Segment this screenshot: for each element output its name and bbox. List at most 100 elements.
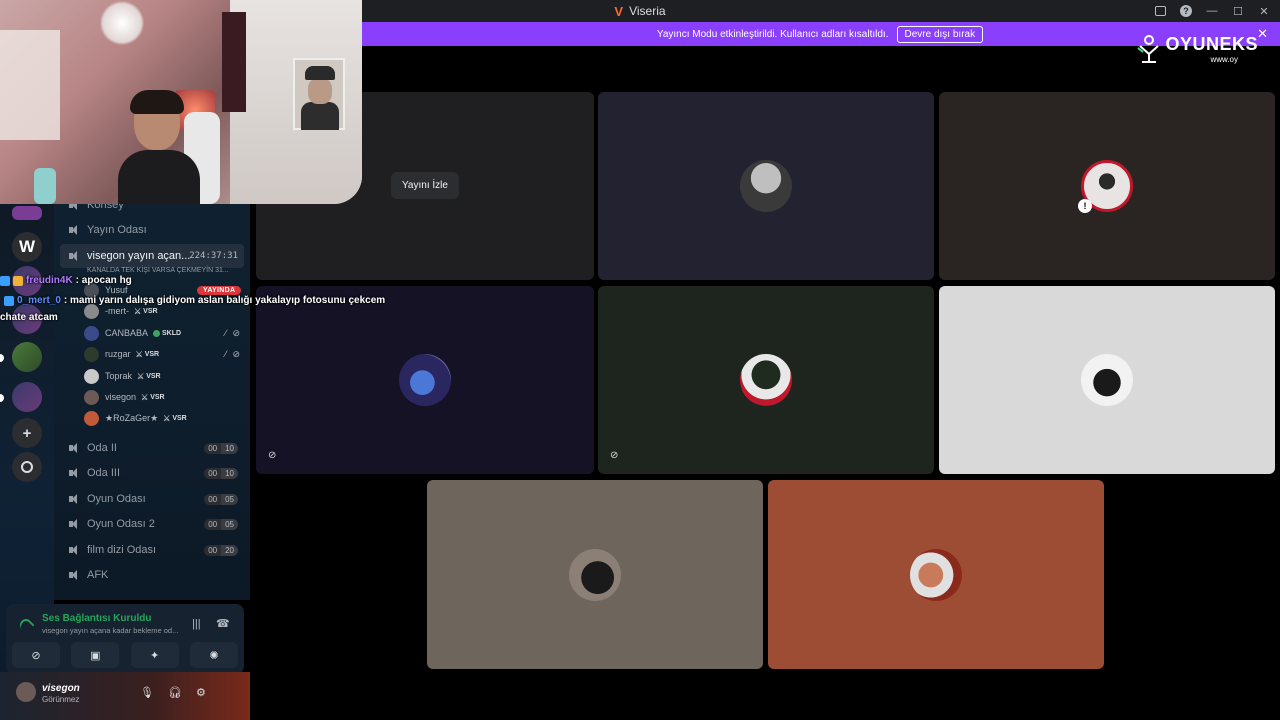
member-name: visegon bbox=[105, 392, 137, 402]
user-panel: visegon Görünmez 🎙︎ 🎧︎ ⚙ bbox=[0, 672, 250, 720]
signal-icon bbox=[17, 616, 35, 634]
video-tile-user[interactable] bbox=[768, 480, 1104, 669]
channel-film-dizi-odasi[interactable]: film dizi Odası 00 20 bbox=[60, 538, 244, 562]
gear-icon[interactable]: ⚙ bbox=[196, 686, 206, 699]
add-server-icon[interactable]: + bbox=[12, 418, 42, 448]
member-tag: ⚔ VSR bbox=[134, 306, 158, 316]
channel-oyun-odasi-2[interactable]: Oyun Odası 2 00 05 bbox=[60, 512, 244, 536]
channel-afk[interactable]: AFK bbox=[60, 563, 244, 587]
user-name: visegon bbox=[42, 683, 80, 694]
avatar bbox=[84, 325, 99, 341]
user-status: Görünmez bbox=[42, 695, 80, 704]
channel-oda-ii[interactable]: Oda II 00 10 bbox=[60, 436, 244, 460]
avatar bbox=[569, 548, 621, 601]
disconnect-icon[interactable]: ☎ bbox=[216, 617, 230, 630]
member-name: -mert- bbox=[105, 306, 129, 316]
close-banner-icon[interactable]: ✕ bbox=[1257, 26, 1268, 42]
member-status-icons: ⁄ ⊘ bbox=[225, 349, 240, 360]
close-window-icon[interactable]: ✕ bbox=[1258, 5, 1270, 18]
watch-stream-button[interactable]: Yayını İzle bbox=[391, 172, 459, 199]
inbox-icon[interactable] bbox=[1154, 5, 1166, 17]
soundboard-button[interactable]: ✺ bbox=[189, 642, 238, 668]
member-tag: ⚔ VSR bbox=[141, 392, 165, 402]
live-badge: YAYINDA bbox=[197, 286, 242, 295]
sword-icon: ⚔ bbox=[137, 371, 145, 381]
member-name: CANBABA bbox=[105, 328, 149, 338]
avatar bbox=[740, 160, 792, 212]
chat-message: chate atcam bbox=[0, 312, 58, 323]
webcam-bottle bbox=[34, 168, 56, 204]
discover-compass-icon[interactable] bbox=[12, 452, 42, 482]
server-icon-top[interactable] bbox=[12, 206, 42, 220]
member-name: ★RoZaGer★ bbox=[105, 412, 159, 423]
video-tile-user[interactable] bbox=[939, 92, 1275, 280]
channel-oyun-odasi[interactable]: Oyun Odası 00 05 bbox=[60, 487, 244, 511]
channel-oda-iii[interactable]: Oda III 00 10 bbox=[60, 461, 244, 485]
headphones-icon[interactable]: 🎧︎ bbox=[168, 686, 182, 699]
microphone-icon[interactable]: 🎙︎ bbox=[140, 686, 154, 699]
server-icon-5[interactable] bbox=[12, 382, 42, 412]
speaker-icon bbox=[68, 569, 80, 581]
channel-list: Konsey Yayın Odası visegon yayın açan...… bbox=[54, 199, 250, 600]
channel-yayin-odasi[interactable]: Yayın Odası bbox=[60, 218, 244, 242]
deafened-icon: ⊘ bbox=[232, 348, 240, 359]
member-ruzgar[interactable]: ruzgar ⚔ VSR ⁄ ⊘ bbox=[84, 344, 244, 364]
activities-button[interactable]: ✦ bbox=[130, 642, 179, 668]
server-icon-w[interactable]: W bbox=[12, 232, 42, 262]
member-canbaba[interactable]: CANBABA SKLD ⁄ ⊘ bbox=[84, 323, 244, 343]
video-tile-user[interactable] bbox=[598, 92, 934, 280]
banner-message: Yayıncı Modu etkinleştirildi. Kullanıcı … bbox=[656, 28, 889, 40]
member-tag: SKLD bbox=[153, 329, 181, 337]
avatar bbox=[740, 354, 792, 406]
user-limit-badge: 00 20 bbox=[204, 544, 238, 556]
avatar bbox=[84, 346, 99, 362]
sword-icon: ⚔ bbox=[134, 306, 142, 316]
webcam-window bbox=[0, 30, 60, 140]
avatar[interactable] bbox=[16, 682, 36, 702]
avatar bbox=[1081, 354, 1133, 406]
channel-name: Oyun Odası bbox=[87, 493, 146, 505]
chat-text: chate atcam bbox=[0, 312, 58, 323]
speaker-icon bbox=[68, 250, 80, 262]
voice-status: Ses Bağlantısı Kuruldu bbox=[42, 613, 152, 624]
noise-suppression-icon[interactable]: ||| bbox=[192, 618, 201, 630]
member-rozager[interactable]: ★RoZaGer★ ⚔ VSR bbox=[84, 408, 244, 428]
channel-subtitle: KANALDA TEK KİŞİ VARSA ÇEKMEYİN 31... bbox=[87, 267, 229, 274]
camera-off-icon: ⊘ bbox=[610, 450, 619, 461]
member-tag: ⚔ VSR bbox=[135, 349, 160, 359]
disable-streamer-mode-button[interactable]: Devre dışı bırak bbox=[896, 25, 984, 43]
video-tile-user[interactable]: ⊘ bbox=[598, 286, 934, 474]
chat-message: 0_mert_0 : mami yarın dalışa gidiyom asl… bbox=[4, 295, 385, 306]
sword-icon: ⚔ bbox=[163, 413, 171, 423]
channel-visegon-active[interactable]: visegon yayın açan... 224:37:31 bbox=[60, 244, 244, 268]
speaker-icon bbox=[68, 518, 80, 530]
minimize-icon[interactable]: — bbox=[1206, 5, 1218, 17]
channel-name: film dizi Odası bbox=[87, 544, 157, 556]
avatar bbox=[84, 368, 99, 384]
app-name: Viseria bbox=[629, 4, 666, 18]
camera-off-button[interactable]: ⊘ bbox=[12, 642, 60, 668]
help-icon[interactable]: ? bbox=[1180, 5, 1192, 17]
member-status-icons: ⁄ ⊘ bbox=[225, 328, 240, 339]
chat-message: freudin4K : apocan hg bbox=[0, 275, 132, 286]
chat-username: 0_mert_0 bbox=[17, 295, 61, 306]
video-tile-user[interactable] bbox=[939, 286, 1275, 474]
chat-badge-icon bbox=[13, 275, 23, 286]
sword-icon: ⚔ bbox=[135, 349, 143, 359]
brand-logo-icon bbox=[1137, 35, 1160, 63]
member-name: Yusuf bbox=[105, 285, 128, 295]
member-toprak[interactable]: Toprak ⚔ VSR bbox=[84, 366, 244, 386]
brand-url: www.oy bbox=[1210, 55, 1238, 64]
server-icon-4[interactable] bbox=[12, 342, 42, 372]
voice-channel[interactable]: visegon yayın açana kadar bekleme od... bbox=[42, 626, 178, 635]
member-visegon[interactable]: visegon ⚔ VSR bbox=[84, 387, 244, 407]
member-tag: ⚔ VSR bbox=[137, 371, 161, 381]
server-unread-pill bbox=[0, 394, 4, 402]
user-limit-badge: 00 05 bbox=[204, 518, 238, 530]
video-tile-user[interactable] bbox=[427, 480, 763, 669]
video-tile-user[interactable]: ⊘ bbox=[256, 286, 594, 474]
member-name: ruzgar bbox=[105, 349, 131, 359]
screen-share-button[interactable]: ▣ bbox=[71, 642, 120, 668]
maximize-icon[interactable]: ☐ bbox=[1232, 5, 1244, 18]
mic-muted-icon: ⁄ bbox=[224, 327, 227, 338]
